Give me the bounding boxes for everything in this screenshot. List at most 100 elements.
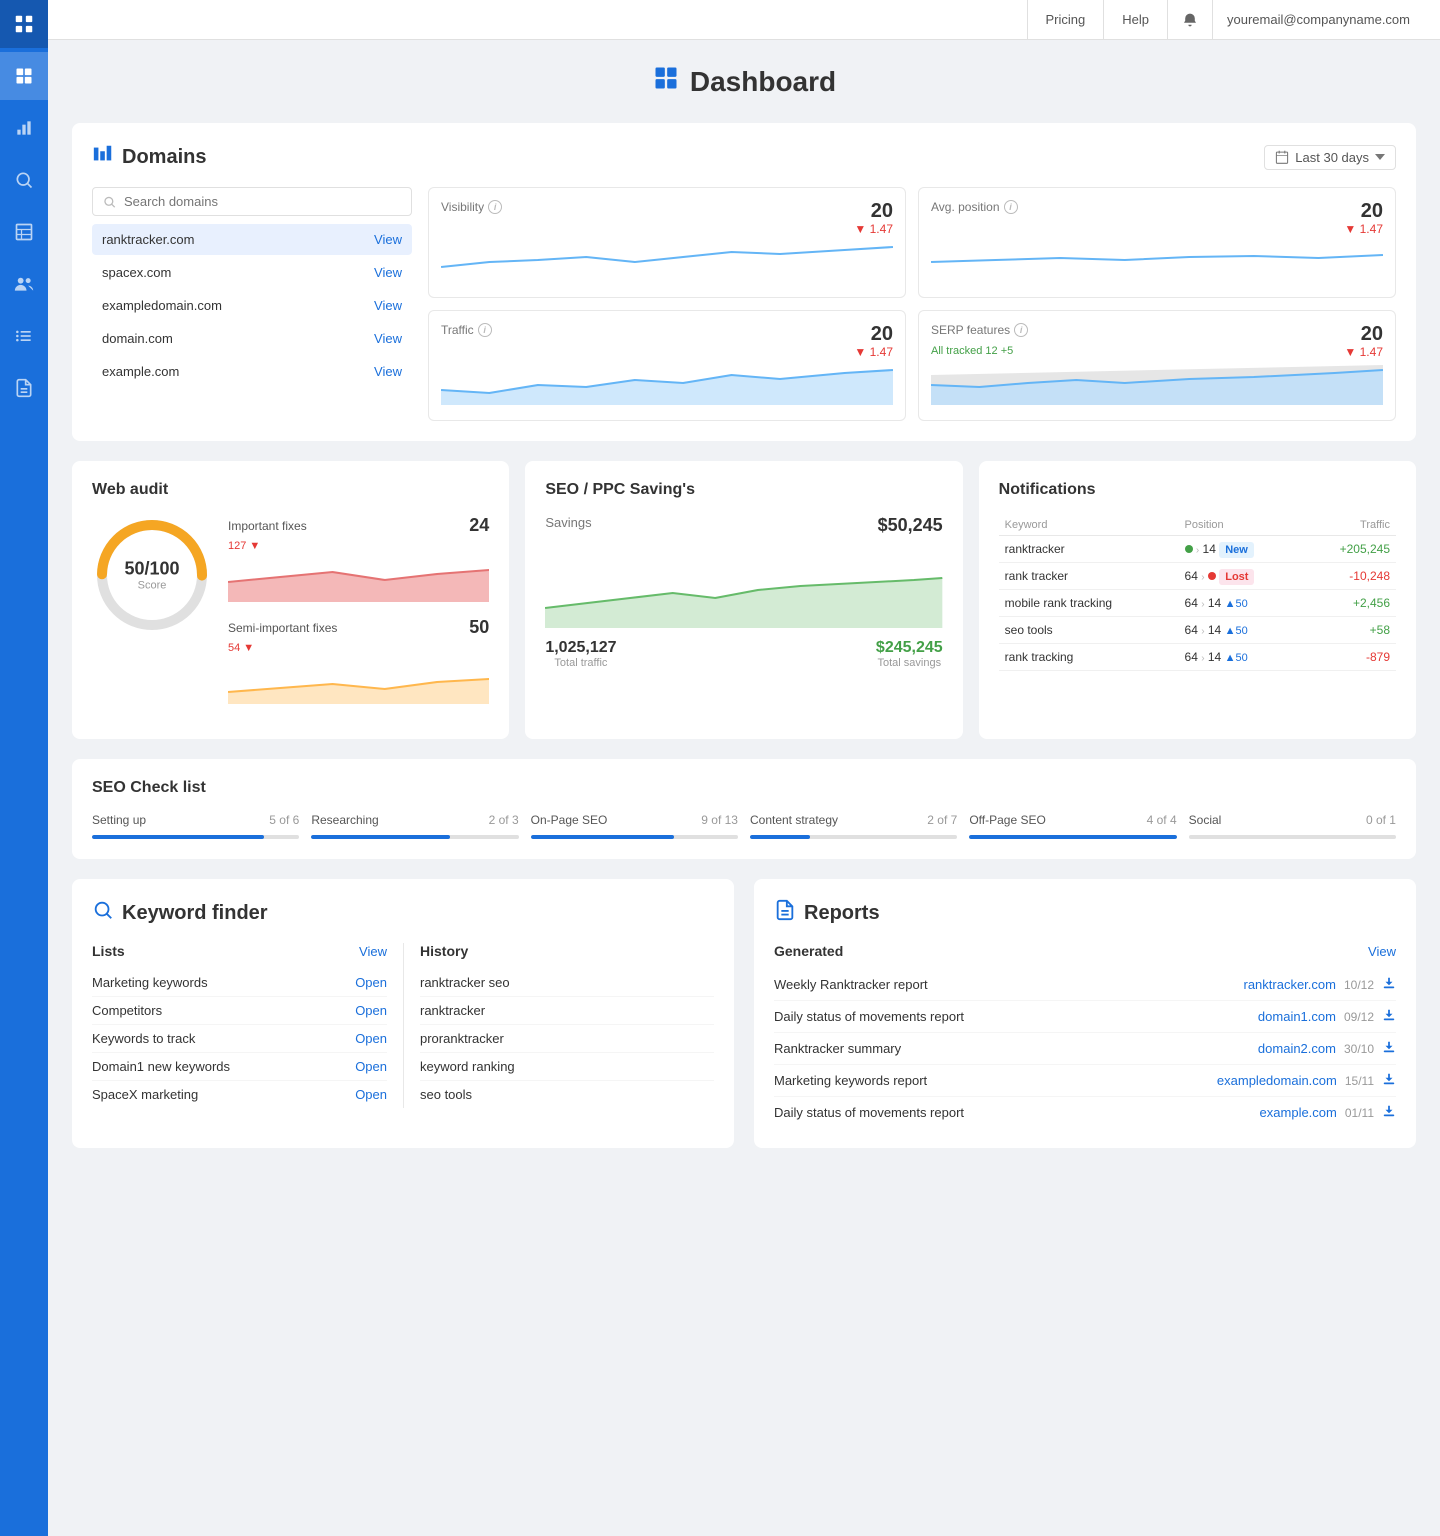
- checklist-item[interactable]: Social 0 of 1: [1189, 813, 1396, 839]
- kw-open-link[interactable]: Open: [355, 975, 387, 990]
- seo-checklist-section: SEO Check list Setting up 5 of 6 Researc…: [72, 759, 1416, 859]
- semi-fixes-chart: [228, 654, 489, 704]
- report-download[interactable]: [1382, 1040, 1396, 1057]
- report-download[interactable]: [1382, 976, 1396, 993]
- kw-history-name: seo tools: [420, 1087, 472, 1102]
- avg-position-chart-svg: [931, 222, 1383, 282]
- notif-position: 64 › 14 ▲50: [1179, 617, 1302, 644]
- checklist-item[interactable]: Off-Page SEO 4 of 4: [969, 813, 1176, 839]
- date-filter[interactable]: Last 30 days: [1264, 145, 1396, 170]
- checklist-item[interactable]: Content strategy 2 of 7: [750, 813, 957, 839]
- kw-history-name: ranktracker: [420, 1003, 485, 1018]
- reports-view-link[interactable]: View: [1368, 944, 1396, 959]
- reports-card: Reports Generated View Weekly Ranktracke…: [754, 879, 1416, 1148]
- report-row: Weekly Ranktracker report ranktracker.co…: [774, 969, 1396, 1001]
- report-row: Daily status of movements report example…: [774, 1097, 1396, 1128]
- traffic-label: Traffic i: [441, 323, 893, 337]
- report-domain[interactable]: domain2.com: [1258, 1041, 1336, 1056]
- checklist-progress-bar-fill: [531, 835, 674, 839]
- kw-open-link[interactable]: Open: [355, 1059, 387, 1074]
- checklist-item[interactable]: Setting up 5 of 6: [92, 813, 299, 839]
- domain-view-link[interactable]: View: [374, 265, 402, 280]
- domain-name: exampledomain.com: [102, 298, 222, 313]
- domain-row[interactable]: domain.comView: [92, 323, 412, 354]
- sidebar-item-search[interactable]: [0, 156, 48, 204]
- domain-view-link[interactable]: View: [374, 232, 402, 247]
- notifications-table: Keyword Position Traffic ranktracker › 1…: [999, 515, 1396, 671]
- kw-open-link[interactable]: Open: [355, 1003, 387, 1018]
- sidebar-item-users[interactable]: [0, 260, 48, 308]
- pricing-link[interactable]: Pricing: [1027, 0, 1105, 40]
- checklist-item-progress: 5 of 6: [269, 813, 299, 829]
- sidebar-logo[interactable]: [0, 0, 48, 48]
- notification-row: seo tools 64 › 14 ▲50 +58: [999, 617, 1396, 644]
- kw-lists-container: Marketing keywordsOpenCompetitorsOpenKey…: [92, 969, 387, 1108]
- reports-icon: [774, 899, 796, 927]
- domain-view-link[interactable]: View: [374, 364, 402, 379]
- report-download[interactable]: [1382, 1104, 1396, 1121]
- status-dot: [1185, 545, 1193, 553]
- audit-circle: 50/100 Score: [92, 515, 212, 635]
- kw-list-item[interactable]: SpaceX marketingOpen: [92, 1081, 387, 1108]
- domain-search-input[interactable]: [124, 194, 401, 209]
- important-fixes-chart: [228, 552, 489, 602]
- checklist-item[interactable]: Researching 2 of 3: [311, 813, 518, 839]
- checklist-item-progress: 9 of 13: [701, 813, 738, 829]
- sidebar-item-chart[interactable]: [0, 104, 48, 152]
- kw-list-item[interactable]: Domain1 new keywordsOpen: [92, 1053, 387, 1081]
- new-badge: New: [1219, 542, 1254, 558]
- serp-features-chart: SERP features i 20 ▼ 1.47 All tracked 12…: [918, 310, 1396, 421]
- kw-lists-view[interactable]: View: [359, 944, 387, 959]
- kw-open-link[interactable]: Open: [355, 1031, 387, 1046]
- avg-position-change: ▼ 1.47: [1344, 222, 1383, 236]
- savings-label: Savings: [545, 515, 591, 536]
- domain-view-link[interactable]: View: [374, 298, 402, 313]
- user-menu[interactable]: youremail@companyname.com: [1213, 0, 1424, 40]
- domains-layout: ranktracker.comViewspacex.comViewexample…: [92, 187, 1396, 421]
- report-domain[interactable]: example.com: [1260, 1105, 1337, 1120]
- sidebar-item-dashboard[interactable]: [0, 52, 48, 100]
- report-domain[interactable]: exampledomain.com: [1217, 1073, 1337, 1088]
- kw-list-item[interactable]: CompetitorsOpen: [92, 997, 387, 1025]
- visibility-info[interactable]: i: [488, 200, 502, 214]
- domain-view-link[interactable]: View: [374, 331, 402, 346]
- domain-row[interactable]: exampledomain.com View: [92, 290, 412, 321]
- kw-history-name: proranktracker: [420, 1031, 504, 1046]
- report-download[interactable]: [1382, 1008, 1396, 1025]
- kw-open-link[interactable]: Open: [355, 1087, 387, 1102]
- avg-position-info[interactable]: i: [1004, 200, 1018, 214]
- semi-important-fixes-header: Semi-important fixes 50: [228, 617, 489, 638]
- domain-row[interactable]: spacex.comView: [92, 257, 412, 288]
- traffic-info[interactable]: i: [478, 323, 492, 337]
- kw-list-item[interactable]: Keywords to trackOpen: [92, 1025, 387, 1053]
- checklist-item[interactable]: On-Page SEO 9 of 13: [531, 813, 738, 839]
- checklist-item-name: Researching: [311, 813, 378, 827]
- sidebar-item-doc[interactable]: [0, 364, 48, 412]
- checklist-item-name: Off-Page SEO: [969, 813, 1045, 827]
- domain-row[interactable]: example.com View: [92, 356, 412, 387]
- report-date: 15/11: [1345, 1074, 1374, 1088]
- important-fixes: Important fixes 24 127 ▼: [228, 515, 489, 605]
- report-name: Daily status of movements report: [774, 1009, 1250, 1024]
- visibility-chart: Visibility i 20 ▼ 1.47: [428, 187, 906, 298]
- domain-name: example.com: [102, 364, 179, 379]
- report-domain[interactable]: domain1.com: [1258, 1009, 1336, 1024]
- notif-traffic: -10,248: [1302, 563, 1396, 590]
- report-domain[interactable]: ranktracker.com: [1243, 977, 1335, 992]
- sidebar-item-table[interactable]: [0, 208, 48, 256]
- domain-search-box[interactable]: [92, 187, 412, 216]
- help-link[interactable]: Help: [1104, 0, 1168, 40]
- web-audit-title: Web audit: [92, 481, 489, 499]
- notif-keyword: ranktracker: [999, 536, 1179, 563]
- report-download[interactable]: [1382, 1072, 1396, 1089]
- checklist-item-header: Content strategy 2 of 7: [750, 813, 957, 829]
- notification-bell[interactable]: [1168, 0, 1213, 40]
- sidebar-item-list[interactable]: [0, 312, 48, 360]
- kw-list-item[interactable]: Marketing keywordsOpen: [92, 969, 387, 997]
- kw-history-name: ranktracker seo: [420, 975, 510, 990]
- notif-col-traffic: Traffic: [1302, 515, 1396, 536]
- domain-row[interactable]: ranktracker.comView: [92, 224, 412, 255]
- total-savings-stat: $245,245 Total savings: [876, 639, 943, 669]
- serp-features-info[interactable]: i: [1014, 323, 1028, 337]
- keyword-finder-icon: [92, 899, 114, 927]
